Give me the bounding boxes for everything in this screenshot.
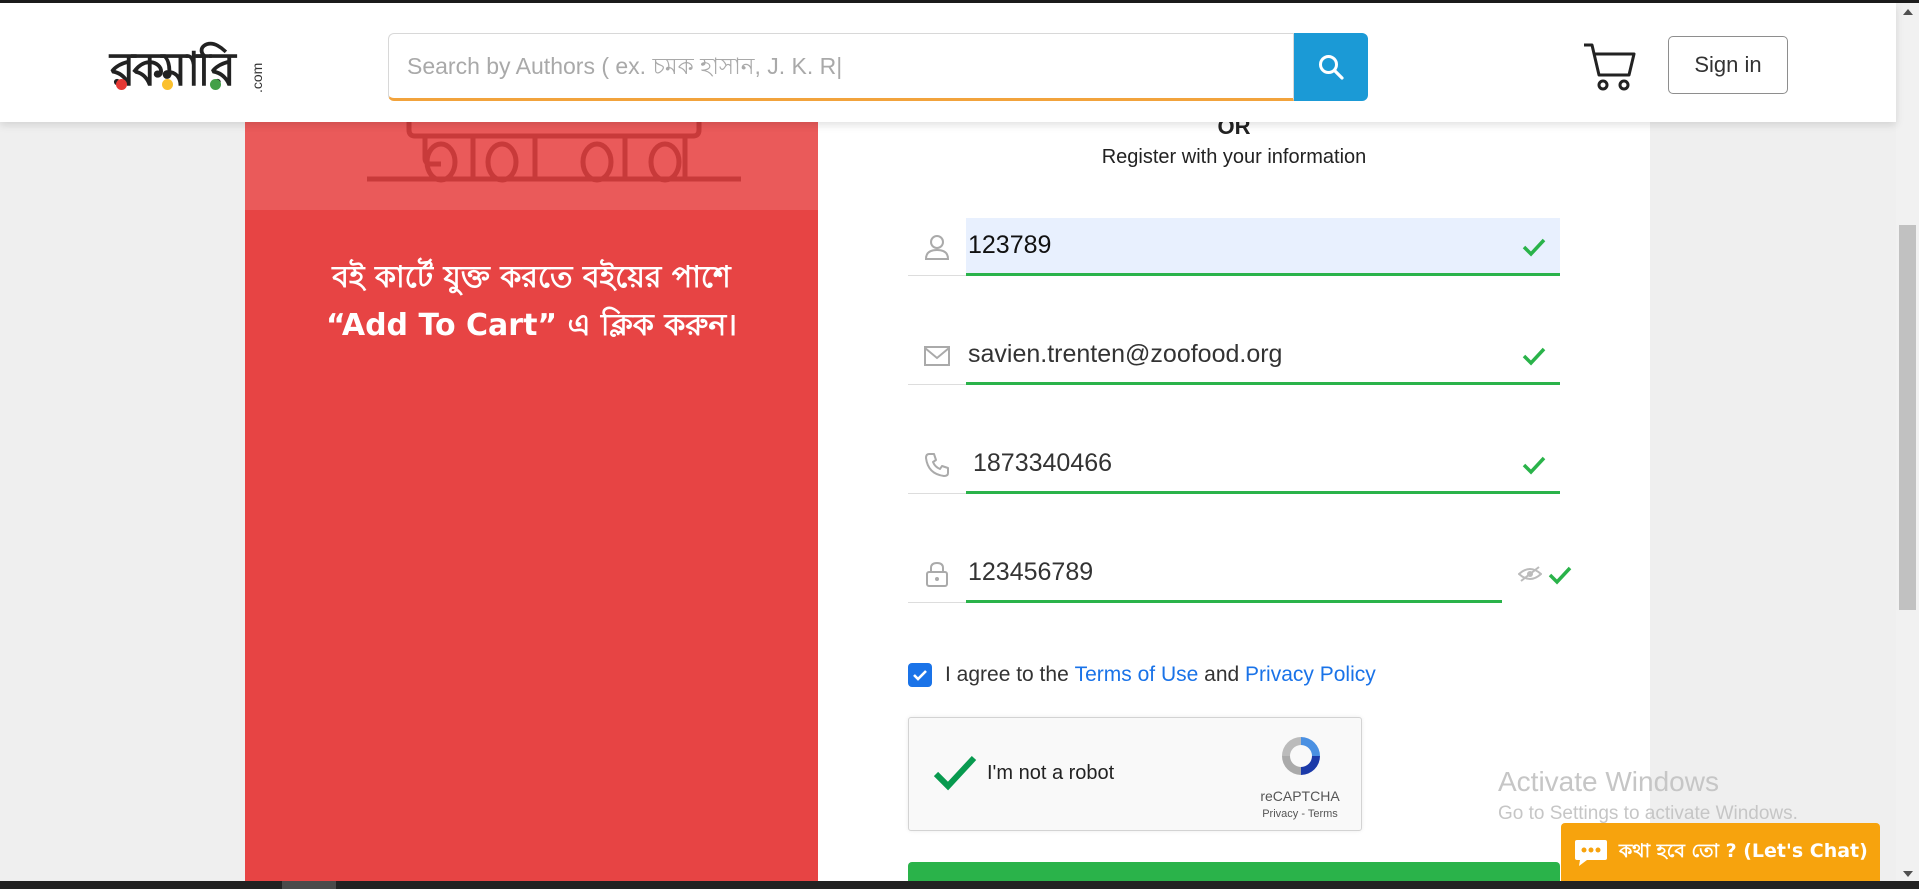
valid-check-icon	[1522, 456, 1546, 475]
promo-line-1: বই কার্টে যুক্ত করতে বইয়ের পাশে	[332, 260, 731, 295]
name-input[interactable]: 123789	[966, 218, 1560, 276]
checkmark-icon	[913, 670, 927, 681]
promo-message: বই কার্টে যুক্ত করতে বইয়ের পাশে “Add To…	[245, 254, 818, 350]
chat-label: কথা হবে তো ? (Let's Chat)	[1619, 840, 1868, 862]
valid-check-icon	[1522, 347, 1546, 366]
scrollbar-thumb[interactable]	[1899, 225, 1916, 610]
agree-and: and	[1204, 663, 1240, 686]
taskbar-edge	[0, 881, 1919, 889]
privacy-link[interactable]: Privacy Policy	[1245, 663, 1376, 687]
signin-button[interactable]: Sign in	[1668, 36, 1788, 94]
valid-check-icon	[1522, 238, 1546, 257]
recaptcha-privacy-link[interactable]: Privacy	[1262, 808, 1298, 820]
activate-subtitle: Go to Settings to activate Windows.	[1498, 803, 1798, 824]
activate-windows-watermark: Activate Windows Go to Settings to activ…	[1498, 766, 1798, 825]
search-bar	[388, 33, 1368, 101]
search-button[interactable]	[1294, 33, 1368, 101]
recaptcha-logo-icon	[1282, 737, 1320, 775]
terms-agreement: I agree to the Terms of Use and Privacy …	[908, 660, 1376, 690]
page-scrollbar[interactable]	[1896, 3, 1919, 883]
terms-link[interactable]: Terms of Use	[1075, 663, 1199, 687]
phone-value: 1873340466	[973, 449, 1113, 477]
logo-text: রকমারি	[110, 42, 236, 96]
name-value: 123789	[968, 231, 1052, 259]
recaptcha-links: Privacy - Terms	[1247, 808, 1353, 820]
chat-widget-button[interactable]: কথা হবে তো ? (Let's Chat)	[1561, 823, 1880, 883]
taskbar-item[interactable]	[282, 881, 336, 889]
eye-slash-icon[interactable]	[1518, 565, 1542, 583]
email-input[interactable]: savien.trenten@zoofood.org	[966, 327, 1560, 385]
chat-bubble-icon	[1575, 840, 1607, 866]
promo-line-2: “Add To Cart” এ ক্লিক করুন।	[326, 308, 737, 343]
password-input[interactable]: 123456789	[966, 545, 1502, 603]
scroll-up-arrow-icon[interactable]	[1896, 3, 1919, 21]
rokomari-logo[interactable]: রকমারি .com	[110, 31, 275, 99]
recaptcha-widget: I'm not a robot reCAPTCHA Privacy - Term…	[908, 717, 1362, 831]
phone-field: 1873340466	[908, 436, 1560, 494]
email-value: savien.trenten@zoofood.org	[968, 340, 1283, 368]
search-icon	[1319, 55, 1344, 80]
recaptcha-separator: -	[1301, 808, 1305, 820]
cart-icon	[1584, 43, 1636, 91]
logo-dot-red	[116, 79, 127, 90]
password-value: 123456789	[968, 558, 1094, 586]
logo-suffix: .com	[249, 62, 265, 93]
site-header: রকমারি .com Sign in	[0, 3, 1896, 122]
book-cart-illustration	[367, 122, 741, 183]
envelope-icon	[908, 327, 966, 385]
recaptcha-terms-link[interactable]: Terms	[1308, 808, 1338, 820]
name-field: 123789	[908, 218, 1560, 276]
email-field: savien.trenten@zoofood.org	[908, 327, 1560, 385]
password-field: 123456789	[908, 545, 1572, 603]
valid-check-icon	[1548, 566, 1572, 585]
promo-illustration	[245, 122, 818, 210]
recaptcha-checkbox[interactable]	[933, 754, 977, 792]
cart-button[interactable]	[1582, 41, 1638, 93]
user-icon	[908, 218, 966, 276]
register-subtitle: Register with your information	[1101, 146, 1367, 168]
promo-panel: বই কার্টে যুক্ত করতে বইয়ের পাশে “Add To…	[245, 122, 818, 889]
recaptcha-brand: reCAPTCHA	[1260, 788, 1340, 804]
phone-input[interactable]: 1873340466	[966, 436, 1560, 494]
agree-prefix: I agree to the	[945, 663, 1069, 686]
lock-icon	[908, 545, 966, 603]
agree-checkbox[interactable]	[908, 663, 932, 687]
recaptcha-label: I'm not a robot	[987, 762, 1115, 784]
phone-icon	[908, 436, 966, 494]
search-input[interactable]	[388, 33, 1294, 101]
logo-dot-yellow	[162, 79, 173, 90]
logo-dot-green	[210, 79, 221, 90]
activate-title: Activate Windows	[1498, 766, 1719, 797]
